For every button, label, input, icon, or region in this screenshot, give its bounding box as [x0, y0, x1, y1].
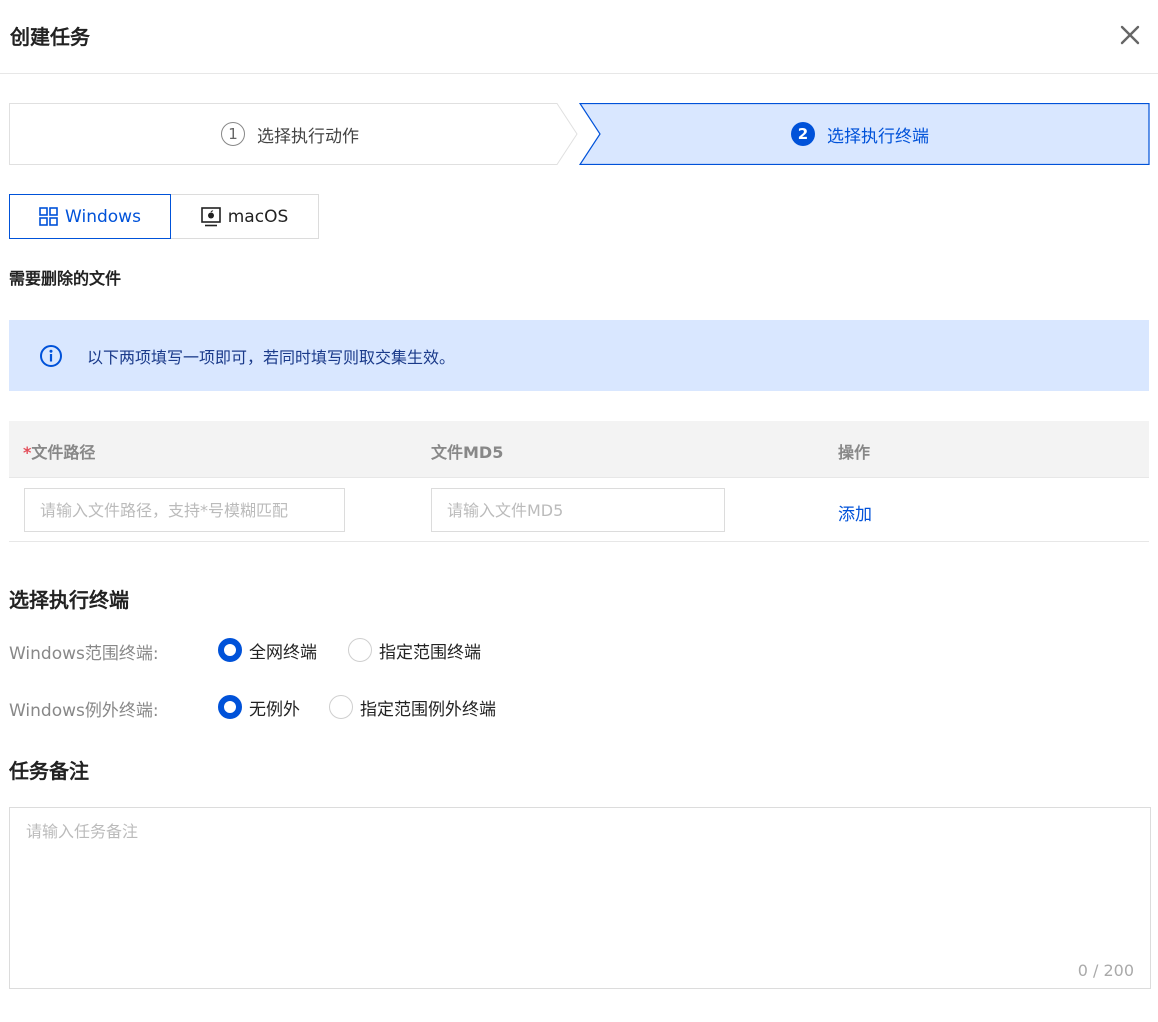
scope-radio-group: Windows范围终端: 全网终端 指定范围终端 [9, 636, 709, 664]
radio-checked[interactable] [218, 638, 242, 662]
mac-monitor-icon [200, 206, 221, 226]
tab-windows-label: Windows [65, 206, 141, 227]
radio-unchecked[interactable] [329, 695, 353, 719]
exception-radio-group: Windows例外终端: 无例外 指定范围例外终端 [9, 693, 709, 721]
add-link[interactable]: 添加 [838, 500, 872, 525]
radio-checked[interactable] [218, 695, 242, 719]
step-2[interactable]: 2 选择执行终端 [791, 122, 929, 147]
scope-option-specified-label: 指定范围终端 [379, 642, 481, 663]
dialog-title: 创建任务 [10, 25, 90, 49]
step-1[interactable]: 1 选择执行动作 [221, 122, 359, 147]
tab-macos[interactable]: macOS [171, 194, 319, 239]
scope-option-all[interactable]: 全网终端 [218, 636, 317, 664]
step-1-number: 1 [221, 122, 245, 146]
exception-option-none-label: 无例外 [249, 699, 300, 720]
file-md5-input[interactable] [431, 488, 725, 532]
files-section-title: 需要删除的文件 [9, 269, 122, 288]
exception-option-specified-label: 指定范围例外终端 [360, 699, 496, 720]
steps-background [9, 103, 1150, 165]
info-icon [40, 344, 62, 367]
file-path-input[interactable] [24, 488, 345, 532]
info-banner: 以下两项填写一项即可，若同时填写则取交集生效。 [9, 320, 1149, 391]
exception-option-specified[interactable]: 指定范围例外终端 [329, 693, 496, 721]
steps-bar: 1 选择执行动作 2 选择执行终端 [9, 103, 1150, 165]
windows-icon [39, 207, 58, 226]
col-path-label: 文件路径 [31, 443, 96, 462]
col-md5-header: 文件MD5 [431, 443, 504, 462]
exception-label: Windows例外终端: [9, 701, 159, 721]
exception-option-none[interactable]: 无例外 [218, 693, 300, 721]
char-counter: 0 / 200 [1077, 961, 1134, 980]
col-path-header: *文件路径 [23, 439, 95, 463]
remark-section-title: 任务备注 [9, 759, 89, 783]
step-2-number: 2 [791, 122, 815, 146]
scope-label: Windows范围终端: [9, 644, 159, 664]
radio-unchecked[interactable] [348, 638, 372, 662]
table-row: 添加 [9, 478, 1149, 542]
terminals-section-title: 选择执行终端 [9, 588, 129, 612]
remark-box: 0 / 200 [9, 807, 1151, 989]
os-tabs: Windows macOS [9, 194, 319, 239]
tab-windows[interactable]: Windows [9, 194, 171, 239]
step-2-label: 选择执行终端 [827, 126, 929, 147]
scope-option-all-label: 全网终端 [249, 642, 317, 663]
close-icon[interactable] [1117, 22, 1143, 48]
remark-textarea[interactable] [10, 808, 1150, 988]
scope-option-specified[interactable]: 指定范围终端 [348, 636, 481, 664]
info-text: 以下两项填写一项即可，若同时填写则取交集生效。 [87, 347, 456, 367]
dialog-header: 创建任务 [0, 0, 1158, 74]
tab-macos-label: macOS [227, 206, 289, 227]
col-action-header: 操作 [838, 443, 871, 462]
files-table-header: *文件路径 文件MD5 操作 [9, 421, 1149, 478]
step-1-label: 选择执行动作 [257, 126, 359, 147]
